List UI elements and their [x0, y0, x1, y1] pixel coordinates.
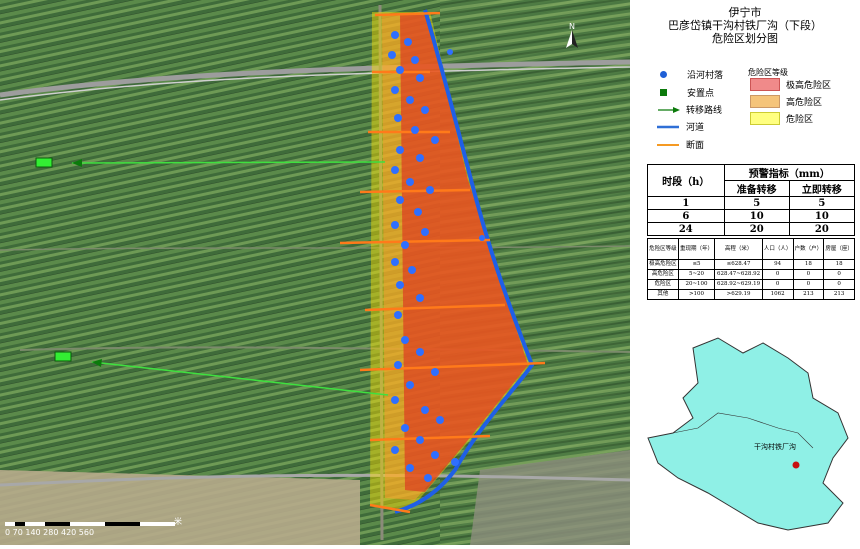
shelter-point: [35, 157, 53, 168]
zone-statistics-table: 危险区等级 重现期（年） 高程（米） 人口（人） 户数（户） 房屋（座） 极高危…: [647, 238, 855, 300]
table-row: 危险区 20~100 628.92~629.19 0 0 0: [647, 279, 855, 290]
legend-zone-high: 高危险区: [750, 95, 822, 108]
header-indicator: 预警指标（mm）: [723, 164, 856, 181]
scale-bar: [5, 522, 175, 526]
table-row: 24 20 20: [647, 222, 856, 236]
legend-route: 转移路线: [656, 103, 722, 116]
zone-swatch-danger: [750, 112, 780, 125]
inset-canvas: [647, 337, 849, 531]
location-marker: [792, 461, 800, 469]
legend-zone-extreme: 极高危险区: [750, 78, 831, 91]
legend-river: 河道: [656, 120, 704, 133]
arrow-icon: [658, 106, 680, 113]
legend-zone-danger: 危险区: [750, 112, 813, 125]
legend-village: 沿河村落: [660, 68, 723, 81]
zone-legend-title: 危险区等级: [748, 68, 788, 77]
title-line3: 危险区划分图: [712, 32, 778, 45]
zone-swatch-high: [750, 95, 780, 108]
blue-dot-icon: [660, 71, 667, 78]
section-line-icon: [657, 143, 679, 146]
side-panel: 伊宁市 巴彦岱镇干沟村铁厂沟（下段） 危险区划分图 沿河村落 安置点 转移路线 …: [630, 0, 860, 545]
legend-shelter: 安置点: [660, 86, 714, 99]
header-period: 时段（h）: [647, 164, 725, 197]
inset-location-map: 干沟村铁厂沟: [638, 318, 856, 538]
table-row: 极高危险区 ≤5 ≤628.47 94 18 18: [647, 259, 855, 270]
title-line1: 伊宁市: [728, 6, 762, 19]
shelter-point: [54, 351, 72, 362]
title-line2: 巴彦岱镇干沟村铁厂沟（下段）: [668, 19, 822, 32]
header-immediate: 立即转移: [788, 180, 856, 197]
header-prepare: 准备转移: [723, 180, 790, 197]
inset-region: [647, 337, 849, 531]
table-row: 高危险区 5~20 628.47~628.92 0 0 0: [647, 269, 855, 280]
north-label: N: [569, 22, 575, 31]
table-row: 1 5 5: [647, 196, 856, 210]
scale-unit: 米: [174, 517, 182, 526]
table-row: 6 10 10: [647, 209, 856, 223]
scale-text: 0 70 140 280 420 560: [5, 528, 95, 537]
map-canvas: [0, 0, 631, 545]
zone-swatch-extreme: [750, 78, 780, 91]
green-square-icon: [660, 89, 667, 96]
table-row: 其他 >100 >629.19 1062 213 213: [647, 289, 855, 300]
river-line-icon: [657, 125, 679, 128]
warning-index-table: 时段（h） 预警指标（mm） 准备转移 立即转移 1 5 5 6 10 10 2…: [647, 164, 856, 236]
inset-label: 干沟村铁厂沟: [754, 443, 796, 451]
legend-section: 断面: [656, 138, 704, 151]
satellite-map[interactable]: N 0 70 140 280 420 560 米: [0, 0, 631, 545]
